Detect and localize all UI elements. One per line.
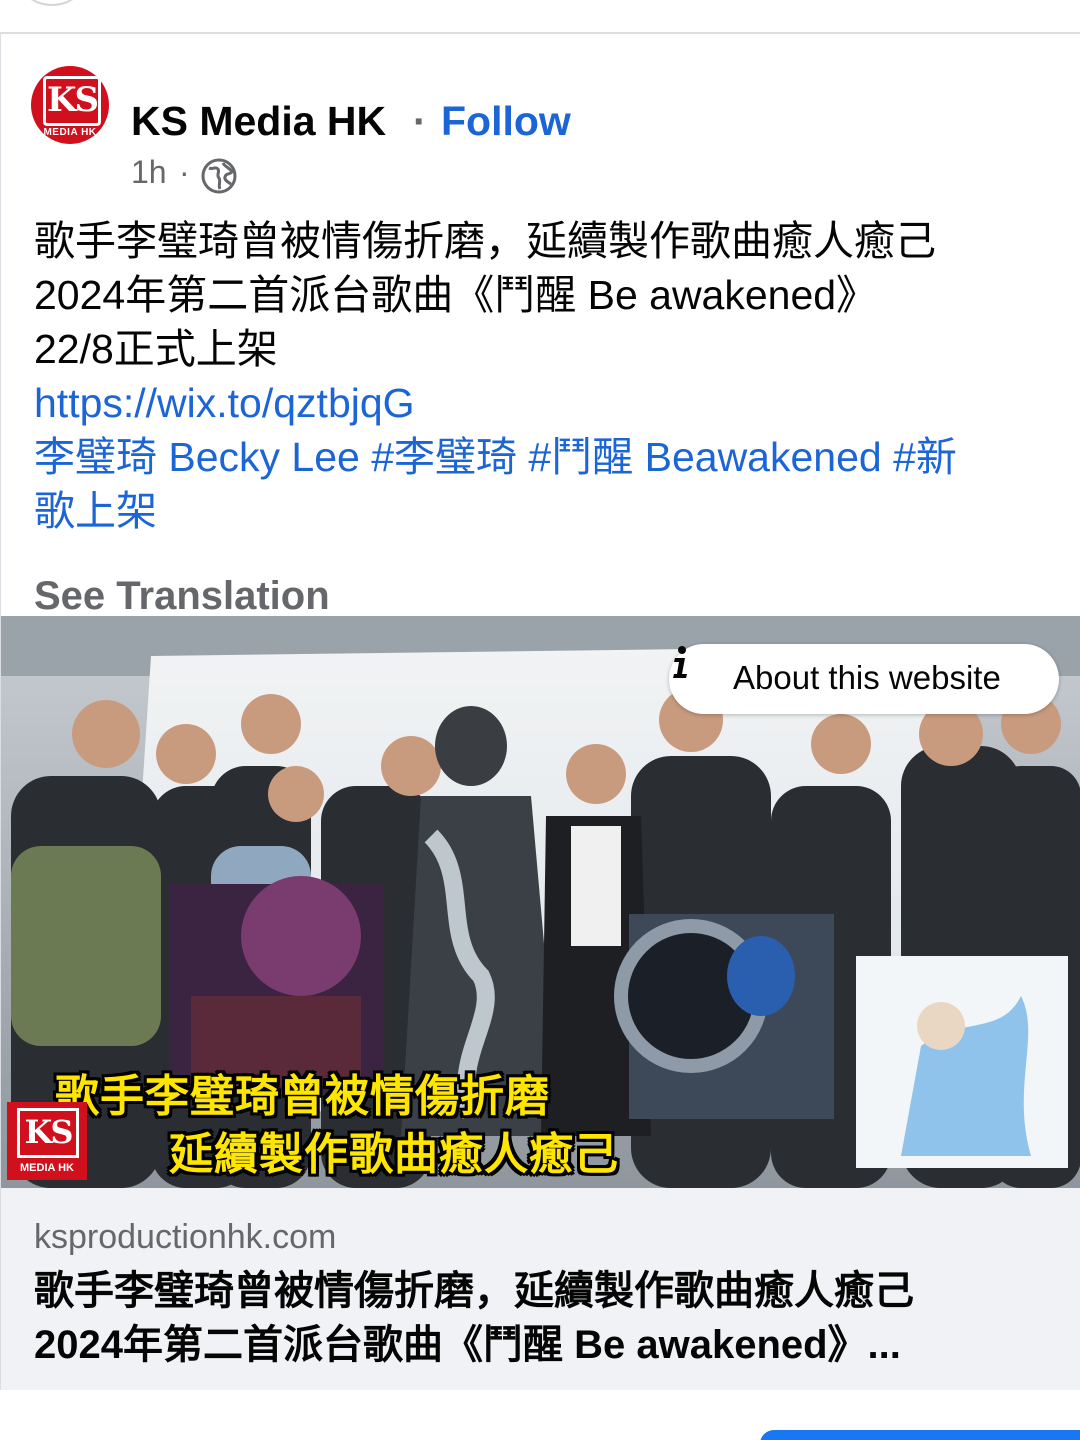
link-title: 歌手李璧琦曾被情傷折磨，延續製作歌曲癒人癒己 2024年第二首派台歌曲《鬥醒 B… (34, 1264, 1064, 1372)
next-post-button-edge[interactable] (760, 1430, 1080, 1440)
watermark-letters: KS (17, 1108, 79, 1158)
feed-page: KS MEDIA HK KS Media HK · Follow 1h · 歌手… (0, 0, 1080, 1440)
hashtags-line[interactable]: 歌上架 (34, 484, 1064, 538)
previous-post-edge (12, 0, 92, 6)
post-message: 歌手李璧琦曾被情傷折磨，延續製作歌曲癒人癒己 2024年第二首派台歌曲《鬥醒 B… (34, 214, 1064, 538)
link-title-line: 歌手李璧琦曾被情傷折磨，延續製作歌曲癒人癒己 (34, 1269, 914, 1313)
meta-separator: · (179, 154, 190, 190)
post-card: KS MEDIA HK KS Media HK · Follow 1h · 歌手… (0, 34, 1080, 1390)
post-link[interactable]: https://wix.to/qztbjqG (34, 376, 1064, 430)
post-text-line: 歌手李璧琦曾被情傷折磨，延續製作歌曲癒人癒己 (34, 218, 936, 264)
watermark-subtitle: MEDIA HK (20, 1162, 74, 1174)
page-name[interactable]: KS Media HK (131, 98, 386, 145)
see-translation-button[interactable]: See Translation (34, 574, 330, 619)
post-timestamp[interactable]: 1h (131, 154, 167, 191)
link-domain: ksproductionhk.com (34, 1218, 337, 1256)
follow-button[interactable]: Follow (441, 98, 571, 145)
hashtags-line[interactable]: 李璧琦 Becky Lee #李璧琦 #鬥醒 Beawakened #新 (34, 430, 1064, 484)
name-separator: · (413, 98, 427, 144)
image-caption-line: 延續製作歌曲癒人癒己 (169, 1129, 619, 1180)
link-title-line: 2024年第二首派台歌曲《鬥醒 Be awakened》... (34, 1323, 901, 1367)
post-text-line: 22/8正式上架 (34, 326, 278, 372)
post-text-line: 2024年第二首派台歌曲《鬥醒 Be awakened》 (34, 272, 878, 318)
globe-icon[interactable] (201, 158, 237, 194)
avatar[interactable]: KS MEDIA HK (31, 66, 109, 144)
link-preview-image[interactable]: About this website 歌手李璧琦曾被情傷折磨 延續製作歌曲癒人癒… (1, 616, 1080, 1188)
about-this-website-label: About this website (733, 659, 1001, 696)
info-icon (673, 646, 687, 678)
avatar-logo-subtitle: MEDIA HK (43, 127, 97, 138)
about-this-website-button[interactable]: About this website (669, 644, 1059, 714)
link-preview-footer[interactable]: ksproductionhk.com 歌手李璧琦曾被情傷折磨，延續製作歌曲癒人癒… (1, 1188, 1080, 1390)
avatar-logo-letters: KS (43, 76, 101, 126)
watermark-logo: KS MEDIA HK (7, 1102, 87, 1180)
image-caption-line: 歌手李璧琦曾被情傷折磨 (55, 1071, 550, 1122)
